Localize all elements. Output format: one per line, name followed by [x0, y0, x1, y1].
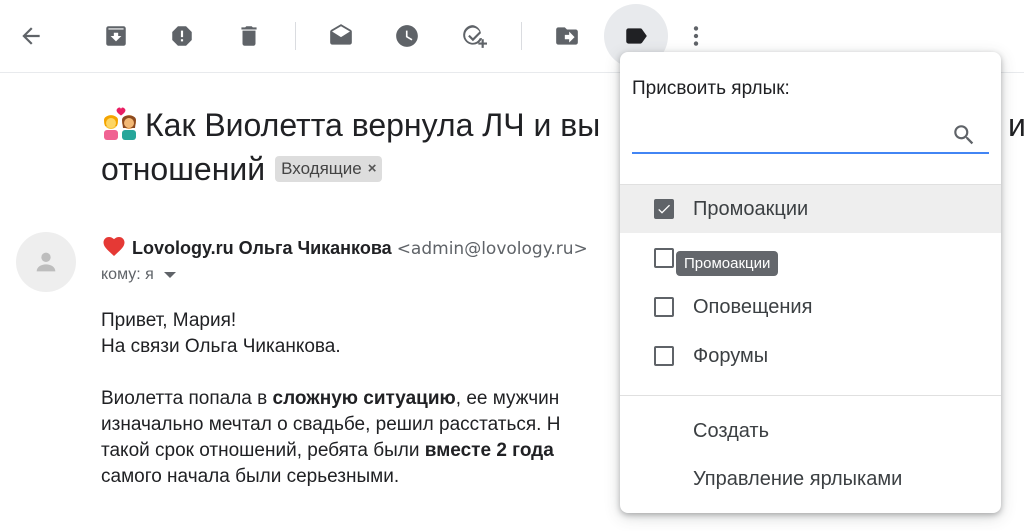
body-text-segment: , ее мужчин: [455, 388, 560, 409]
body-paragraph-line: Виолетта попала в сложную ситуацию, ее м…: [101, 386, 621, 412]
subject-overflow-text: из: [1008, 107, 1024, 143]
body-greeting: Привет, Мария!: [101, 310, 237, 331]
report-spam-icon: [172, 26, 192, 46]
label-option-text: Форумы: [693, 344, 769, 367]
more-vert-icon: [693, 26, 699, 46]
inbox-label-badge: Входящие ×: [275, 156, 383, 182]
mark-unread-icon: [330, 24, 352, 45]
label-option-forums[interactable]: Форумы: [620, 332, 1001, 380]
delete-button[interactable]: [229, 16, 269, 56]
search-icon: [954, 125, 974, 145]
person-icon: [36, 252, 56, 272]
menu-divider: [620, 395, 1001, 396]
remove-label-button[interactable]: ×: [368, 158, 377, 180]
report-spam-button[interactable]: [162, 16, 202, 56]
body-text-segment: Виолетта попала в: [101, 388, 273, 409]
label-search-field[interactable]: [632, 116, 989, 154]
body-paragraph-line: самого начала были серьезными.: [101, 466, 400, 487]
subject-line-1: Как Виолетта вернула ЛЧ и вы: [145, 107, 601, 143]
checkbox[interactable]: [654, 346, 674, 366]
sender-email: <admin@lovology.ru>: [396, 239, 588, 259]
tooltip: Промоакции: [676, 251, 779, 276]
body-text-segment: такой срок отношений, ребята были: [101, 440, 425, 461]
label-option-text: Промоакции: [693, 197, 809, 220]
toolbar-divider: [295, 22, 296, 50]
email-subject: Как Виолетта вернула ЛЧ и вы отношений Вх…: [101, 103, 621, 191]
avatar[interactable]: [16, 232, 76, 292]
checkbox-checked[interactable]: [654, 199, 674, 219]
label-as-menu: Присвоить ярлык: Промоакции Оповещения Ф…: [620, 52, 1001, 513]
archive-button[interactable]: [96, 16, 136, 56]
couple-emoji-icon: [104, 107, 136, 140]
label-icon: [626, 28, 647, 44]
inbox-label-text: Входящие: [281, 159, 362, 178]
body-bold-segment: вместе 2 года: [424, 440, 554, 461]
label-option-updates[interactable]: Оповещения: [620, 283, 1001, 331]
chevron-down-icon[interactable]: [163, 272, 176, 278]
move-to-button[interactable]: [547, 16, 587, 56]
archive-icon: [106, 26, 126, 46]
heart-icon: [103, 237, 125, 256]
manage-labels-item[interactable]: Управление ярлыками: [693, 468, 902, 491]
back-button[interactable]: [11, 16, 51, 56]
more-button[interactable]: [676, 16, 716, 56]
add-task-button[interactable]: [454, 16, 494, 56]
checkbox[interactable]: [654, 297, 674, 317]
snooze-icon: [396, 25, 418, 47]
body-paragraph-line: изначально мечтал о свадьбе, решил расст…: [101, 414, 561, 435]
toolbar-divider: [521, 22, 522, 50]
create-label-item[interactable]: Создать: [693, 420, 769, 443]
back-arrow-icon: [22, 27, 40, 45]
body-paragraph-line: такой срок отношений, ребята были вместе…: [101, 438, 621, 464]
menu-title: Присвоить ярлык:: [632, 78, 790, 99]
subject-line-2: отношений: [101, 151, 266, 187]
label-option-text: Оповещения: [693, 295, 813, 318]
email-body: Привет, Мария! На связи Ольга Чиканкова.…: [101, 308, 621, 490]
recipients-text: кому: я: [101, 266, 154, 283]
snooze-button[interactable]: [387, 16, 427, 56]
sender-line: Lovology.ru Ольга Чиканкова <admin@lovol…: [101, 235, 588, 261]
check-icon: [658, 204, 670, 214]
body-intro: На связи Ольга Чиканкова.: [101, 336, 341, 357]
label-search-input[interactable]: [632, 116, 936, 150]
delete-icon: [241, 26, 257, 46]
mark-unread-button[interactable]: [321, 16, 361, 56]
recipients-line[interactable]: кому: я: [101, 266, 176, 284]
body-bold-segment: сложную ситуацию: [272, 388, 456, 409]
label-option-promotions[interactable]: Промоакции: [620, 185, 1001, 233]
checkbox[interactable]: [654, 248, 674, 268]
move-to-icon: [556, 27, 578, 45]
add-task-icon: [463, 25, 487, 48]
sender-name[interactable]: Lovology.ru Ольга Чиканкова: [132, 238, 392, 258]
